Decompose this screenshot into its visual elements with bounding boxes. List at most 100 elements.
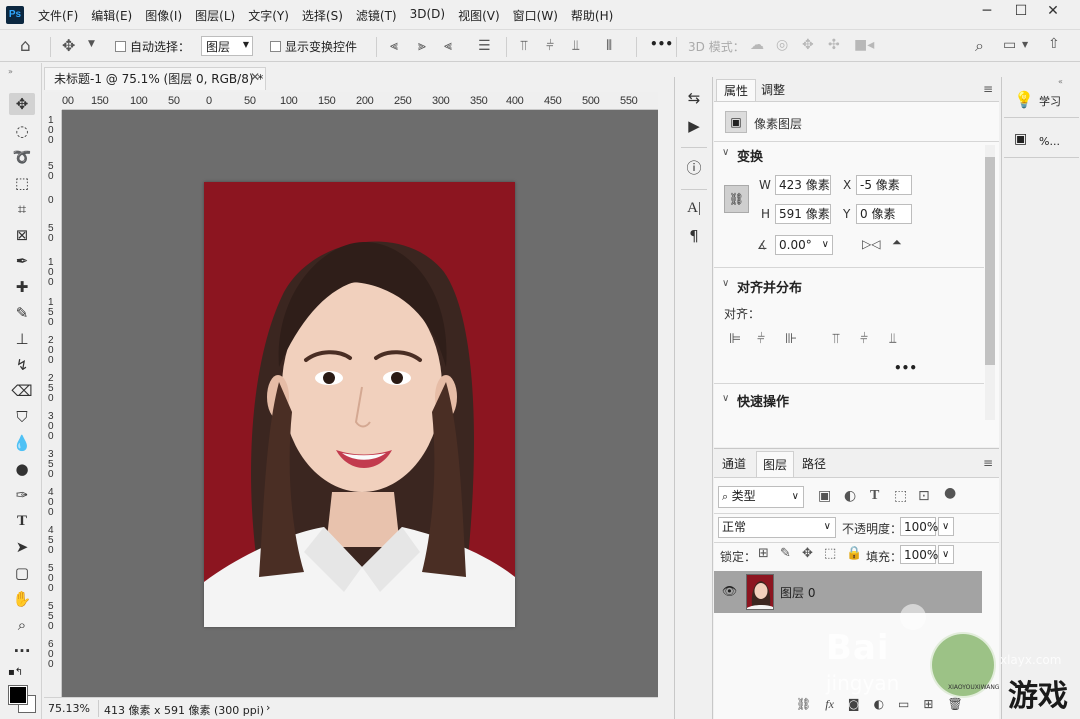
lock-all-icon[interactable]: 🔒 [846,546,862,561]
lock-transparency-icon[interactable]: ⊞ [758,546,769,561]
panel-menu-icon[interactable]: ≡ [983,456,993,470]
paint-bucket-tool[interactable]: ⛉ [9,406,35,428]
healing-brush-tool[interactable]: ✚ [9,276,35,298]
align-top-icon[interactable]: ⫪ [520,38,528,54]
tab-paths[interactable]: 路径 [796,451,832,477]
layer-row[interactable]: 👁 图层 0 [714,571,982,613]
align-bottom-icon[interactable]: ⫫ [889,331,897,347]
type-tool[interactable]: T [9,510,35,532]
more-tools-icon[interactable]: ··· [9,640,35,662]
history-icon[interactable]: ⇆ [683,87,705,109]
search-icon[interactable]: ⌕ [975,36,984,56]
hand-tool[interactable]: ✋ [9,588,35,610]
zoom-level[interactable]: 75.13% [48,702,90,715]
clone-stamp-tool[interactable]: ⊥ [9,328,35,350]
menu-type[interactable]: 文字(Y) [248,7,289,24]
3d-orbit-icon[interactable]: ☁ [750,37,764,53]
path-selection-tool[interactable]: ➤ [9,536,35,558]
foreground-color-swatch[interactable] [8,685,28,705]
menu-help[interactable]: 帮助(H) [571,7,613,24]
menu-layer[interactable]: 图层(L) [195,7,235,24]
pen-tool[interactable]: ✑ [9,484,35,506]
library-icon[interactable]: ▣ [1014,131,1027,147]
filter-smart-object-icon[interactable]: ⊡ [918,488,930,504]
chevron-down-icon[interactable]: ∨ [722,393,729,404]
3d-pan-icon[interactable]: ✥ [802,37,814,53]
add-mask-icon[interactable]: ◙ [848,697,860,712]
workspace-icon[interactable]: ▭ [1003,37,1016,53]
filter-adjustment-icon[interactable]: ◐ [844,488,856,504]
more-options-button[interactable]: ••• [650,37,673,51]
paragraph-icon[interactable]: ¶ [683,225,705,247]
learn-label[interactable]: 学习 [1039,93,1061,109]
blend-mode-dropdown[interactable]: 正常 ∨ [718,517,836,538]
quick-actions-title[interactable]: 快速操作 [737,391,789,410]
chevron-down-icon[interactable]: ∨ [722,278,729,289]
close-icon[interactable]: ✕ [250,70,260,84]
link-icon[interactable]: ⛓ [724,185,749,213]
fill-field[interactable]: 100% [900,545,938,564]
align-top-icon[interactable]: ⫪ [832,331,840,347]
link-layers-icon[interactable]: ⛓ [796,697,811,712]
menu-file[interactable]: 文件(F) [38,7,78,24]
distribute-v-icon[interactable]: ⦀ [606,38,612,54]
3d-slide-icon[interactable]: ✣ [828,37,840,53]
eyedropper-tool[interactable]: ✒ [9,250,35,272]
group-icon[interactable]: ▭ [898,697,909,712]
filter-type-icon[interactable]: T [870,488,879,504]
crop-tool[interactable]: ⌗ [9,198,35,220]
lock-pixels-icon[interactable]: ✎ [780,546,791,561]
align-right-icon[interactable]: ⫷ [444,38,452,54]
align-bottom-icon[interactable]: ⫫ [572,38,580,54]
brush-tool[interactable]: ✎ [9,302,35,324]
more-align-options-icon[interactable]: ••• [894,361,917,375]
frame-tool[interactable]: ⊠ [9,224,35,246]
menu-select[interactable]: 选择(S) [302,7,343,24]
eraser-tool[interactable]: ⌫ [9,380,35,402]
rectangle-tool[interactable]: ▢ [9,562,35,584]
height-field[interactable]: 591 像素 [775,204,831,224]
align-hcenter-icon[interactable]: ⫸ [418,38,426,54]
lasso-tool[interactable]: ➰ [9,146,35,168]
menu-window[interactable]: 窗口(W) [513,7,558,24]
menu-edit[interactable]: 编辑(E) [91,7,132,24]
move-tool-icon[interactable]: ✥ [62,36,75,55]
lock-position-icon[interactable]: ✥ [802,546,813,561]
menu-image[interactable]: 图像(I) [145,7,182,24]
menu-view[interactable]: 视图(V) [458,7,500,24]
align-hcenter-icon[interactable]: ⫩ [757,331,765,347]
auto-select-dropdown[interactable]: 图层 ▼ [201,36,253,56]
angle-field[interactable]: 0.00° ∨ [775,235,833,255]
tab-adjustments[interactable]: 调整 [754,79,792,101]
default-colors-icon[interactable]: ▪↰ [8,667,23,678]
chevron-right-icon[interactable]: › [266,701,270,714]
zoom-tool[interactable]: ⌕ [9,614,35,636]
menu-filter[interactable]: 滤镜(T) [356,7,397,24]
lock-artboard-icon[interactable]: ⬚ [824,546,836,561]
align-vcenter-icon[interactable]: ⫩ [546,38,554,54]
3d-roll-icon[interactable]: ◎ [776,37,788,53]
tab-properties[interactable]: 属性 [716,79,757,101]
maximize-button[interactable]: ☐ [1004,0,1038,22]
new-layer-icon[interactable]: ⊞ [923,697,933,712]
chevron-down-icon[interactable]: ▼ [88,39,95,49]
home-icon[interactable]: ⌂ [20,36,31,56]
minimize-button[interactable]: ─ [970,0,1004,22]
distribute-icon[interactable]: ☰ [478,38,491,54]
show-transform-checkbox[interactable]: 显示变换控件 [270,38,357,55]
3d-scale-icon[interactable]: ■◂ [854,37,874,53]
portrait-photo[interactable] [204,182,515,627]
character-icon[interactable]: A| [683,197,705,219]
layer-filter-dropdown[interactable]: ⌕ 类型 ∨ [718,486,804,508]
collapse-icon[interactable]: « [1058,77,1063,86]
adjustment-layer-icon[interactable]: ◐ [874,697,884,712]
filter-toggle-icon[interactable]: ● [944,485,956,501]
move-tool[interactable]: ✥ [9,93,35,115]
panel-menu-icon[interactable]: ≡ [983,82,993,96]
blur-tool[interactable]: 💧 [9,432,35,454]
filter-shape-icon[interactable]: ⬚ [894,488,907,504]
document-tab[interactable]: 未标题-1 @ 75.1% (图层 0, RGB/8) * [44,67,266,90]
ellipse-marquee-tool[interactable]: ◌ [9,120,35,142]
align-left-icon[interactable]: ⫷ [390,38,398,54]
y-field[interactable]: 0 像素 [856,204,912,224]
